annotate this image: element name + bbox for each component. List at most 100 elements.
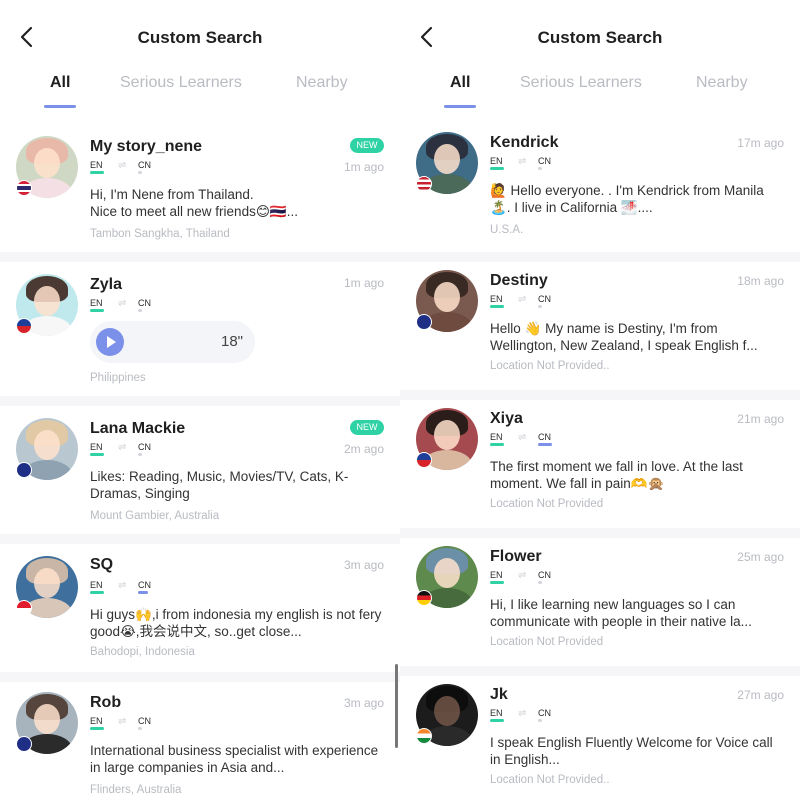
user-card[interactable]: My story_nene NEW 1m ago EN ⇌ CN Hi, I'm… — [0, 124, 400, 262]
australia-flag-icon — [16, 736, 32, 752]
scrollbar[interactable] — [395, 664, 398, 748]
user-bio: Hi guys🙌,i from indonesia my english is … — [90, 607, 382, 639]
learning-language-level — [138, 727, 142, 730]
user-name: SQ — [90, 556, 114, 573]
tab-nearby[interactable]: Nearby — [696, 74, 748, 92]
native-language-level — [490, 719, 504, 722]
last-active-time: 3m ago — [343, 558, 384, 572]
last-active-time: 2m ago — [343, 442, 384, 456]
learning-language-level — [538, 443, 552, 446]
user-name: Flower — [490, 548, 542, 565]
user-location: Flinders, Australia — [90, 784, 182, 796]
swap-arrows-icon: ⇌ — [518, 708, 527, 719]
language-pair: EN ⇌ CN — [90, 716, 160, 732]
active-tab-indicator — [44, 105, 76, 108]
user-card[interactable]: SQ 3m ago EN ⇌ CN Hi guys🙌,i from indone… — [0, 544, 400, 682]
language-pair: EN ⇌ CN — [90, 160, 160, 176]
learning-language-level — [538, 719, 542, 722]
user-bio: Hi, I like learning new languages so I c… — [490, 597, 752, 629]
swap-arrows-icon: ⇌ — [518, 570, 527, 581]
user-card[interactable]: Rob 3m ago EN ⇌ CN International busines… — [0, 682, 400, 800]
tab-all[interactable]: All — [450, 74, 470, 92]
native-language-level — [490, 305, 504, 308]
usa-flag-icon — [416, 176, 432, 192]
australia-flag-icon — [16, 462, 32, 478]
swap-arrows-icon: ⇌ — [118, 160, 127, 171]
native-language-level — [90, 727, 104, 730]
native-language-level — [90, 309, 104, 312]
native-language: EN — [90, 160, 103, 170]
divider — [400, 252, 800, 262]
last-active-time: 27m ago — [737, 688, 784, 702]
divider — [0, 672, 400, 682]
native-language-level — [90, 591, 104, 594]
last-active-time: 1m ago — [343, 276, 384, 290]
learning-language: CN — [138, 580, 151, 590]
divider — [400, 528, 800, 538]
native-language: EN — [490, 294, 503, 304]
native-language: EN — [490, 570, 503, 580]
native-language-level — [490, 581, 504, 584]
divider — [400, 666, 800, 676]
last-active-time: 3m ago — [343, 696, 384, 710]
screen-left: Custom Search All Serious Learners Nearb… — [0, 0, 400, 800]
user-card[interactable]: Jk 27m ago EN ⇌ CN I speak English Fluen… — [400, 676, 800, 800]
page-title: Custom Search — [137, 28, 263, 47]
screen-right: Custom Search All Serious Learners Nearb… — [400, 0, 800, 800]
last-active-time: 25m ago — [737, 550, 784, 564]
swap-arrows-icon: ⇌ — [118, 580, 127, 591]
screens-container: Custom Search All Serious Learners Nearb… — [0, 0, 800, 800]
user-location: Location Not Provided.. — [490, 360, 610, 372]
learning-language: CN — [138, 298, 151, 308]
philippines-flag-icon — [416, 452, 432, 468]
learning-language: CN — [538, 432, 551, 442]
user-name: Lana Mackie — [90, 420, 186, 437]
swap-arrows-icon: ⇌ — [518, 432, 527, 443]
language-pair: EN ⇌ CN — [490, 708, 560, 724]
philippines-flag-icon — [16, 318, 32, 334]
user-location: Bahodopi, Indonesia — [90, 646, 195, 658]
learning-language-level — [538, 581, 542, 584]
user-bio: 🙋 Hello everyone. . I'm Kendrick from Ma… — [490, 183, 764, 215]
user-name: My story_nene — [90, 138, 203, 155]
user-name: Jk — [490, 686, 508, 703]
native-language-level — [90, 171, 104, 174]
last-active-time: 1m ago — [343, 160, 384, 174]
voice-intro-player[interactable]: 18" — [90, 321, 255, 363]
user-bio: Hello 👋 My name is Destiny, I'm from Wel… — [490, 321, 758, 353]
user-card[interactable]: Zyla 1m ago EN ⇌ CN 18" Philippines — [0, 262, 400, 400]
last-active-time: 21m ago — [737, 412, 784, 426]
user-location: Tambon Sangkha, Thailand — [90, 228, 230, 240]
new-badge: NEW — [350, 138, 384, 153]
play-icon[interactable] — [96, 328, 124, 356]
tab-serious-learners[interactable]: Serious Learners — [520, 74, 642, 92]
header: Custom Search — [0, 0, 400, 70]
language-pair: EN ⇌ CN — [90, 298, 160, 314]
divider — [0, 534, 400, 544]
tab-bar: All Serious Learners Nearby — [0, 74, 400, 114]
user-location: Philippines — [90, 372, 146, 384]
tab-serious-learners[interactable]: Serious Learners — [120, 74, 242, 92]
user-name: Kendrick — [490, 134, 559, 151]
divider — [400, 390, 800, 400]
swap-arrows-icon: ⇌ — [118, 716, 127, 727]
user-location: Location Not Provided — [490, 498, 604, 510]
user-location: Location Not Provided — [490, 636, 604, 648]
native-language: EN — [490, 432, 503, 442]
user-card[interactable]: Destiny 18m ago EN ⇌ CN Hello 👋 My name … — [400, 262, 800, 400]
tab-nearby[interactable]: Nearby — [296, 74, 348, 92]
user-name: Xiya — [490, 410, 523, 427]
page-title: Custom Search — [537, 28, 663, 47]
voice-duration: 18" — [220, 333, 243, 350]
learning-language: CN — [538, 156, 551, 166]
native-language: EN — [90, 716, 103, 726]
user-card[interactable]: Kendrick 17m ago EN ⇌ CN 🙋 Hello everyon… — [400, 124, 800, 262]
user-card[interactable]: Xiya 21m ago EN ⇌ CN The first moment we… — [400, 400, 800, 538]
native-language: EN — [490, 708, 503, 718]
native-language: EN — [90, 298, 103, 308]
native-language-level — [90, 453, 104, 456]
user-card[interactable]: Flower 25m ago EN ⇌ CN Hi, I like learni… — [400, 538, 800, 676]
user-card[interactable]: Lana Mackie NEW 2m ago EN ⇌ CN Likes: Re… — [0, 406, 400, 544]
user-bio: The first moment we fall in love. At the… — [490, 459, 743, 491]
tab-all[interactable]: All — [50, 74, 70, 92]
